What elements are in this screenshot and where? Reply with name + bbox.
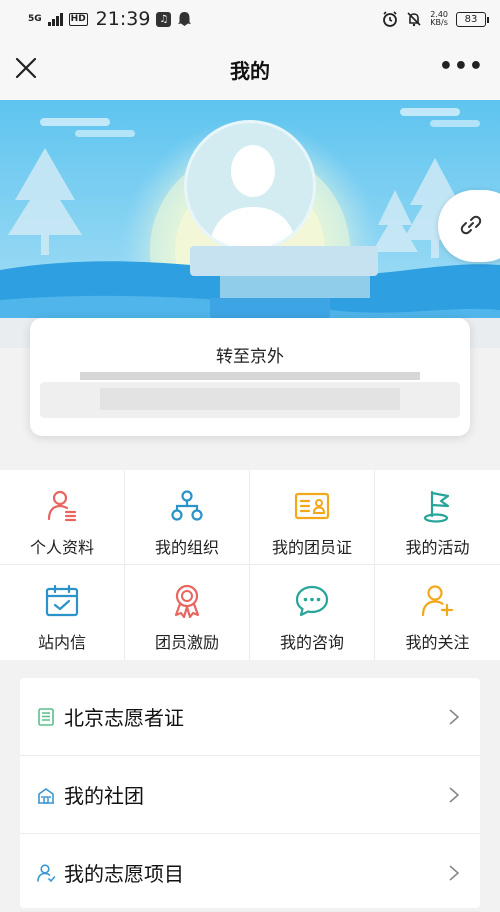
list-item-label: 我的志愿项目 xyxy=(64,862,184,886)
menu-item-inbox[interactable]: 站内信 xyxy=(0,565,125,660)
battery-indicator: 83 xyxy=(456,11,489,27)
net-speed: 2.40 KB/s xyxy=(430,10,448,27)
close-icon[interactable] xyxy=(14,56,38,80)
menu-label: 站内信 xyxy=(37,633,86,652)
network-type: 5G xyxy=(28,13,42,24)
list-item-my-clubs[interactable]: 我的社团 xyxy=(20,756,480,834)
building-icon xyxy=(38,787,54,804)
more-options-icon[interactable]: ••• xyxy=(439,56,484,78)
person-profile-icon xyxy=(47,490,77,522)
organization-icon xyxy=(171,490,203,521)
link-icon xyxy=(460,215,482,235)
chevron-right-icon xyxy=(449,709,460,725)
menu-label: 我的组织 xyxy=(154,538,219,557)
page-title: 我的 xyxy=(230,58,270,83)
menu-label: 我的活动 xyxy=(405,538,470,557)
nav-bar: 我的 ••• xyxy=(0,38,500,100)
alarm-icon xyxy=(383,11,398,27)
ghost-app-icon xyxy=(178,12,192,26)
transfer-outside-beijing-link[interactable]: 转至京外 xyxy=(30,342,470,367)
menu-item-following[interactable]: 我的关注 xyxy=(375,565,500,660)
chevron-right-icon xyxy=(449,787,460,803)
member-card-icon xyxy=(294,492,330,520)
status-bar: 5G HD 21:39 ♫ 2.40 KB/s 83 xyxy=(0,0,500,38)
profile-card: 转至京外 xyxy=(30,318,470,436)
list-item-volunteer-certificate[interactable]: 北京志愿者证 xyxy=(20,678,480,756)
profile-banner xyxy=(0,100,500,348)
menu-item-organization[interactable]: 我的组织 xyxy=(125,470,250,565)
status-time: 21:39 xyxy=(95,8,151,30)
menu-item-profile[interactable]: 个人资料 xyxy=(0,470,125,565)
list-item-label: 我的社团 xyxy=(64,784,144,808)
menu-item-consultation[interactable]: 我的咨询 xyxy=(250,565,375,660)
menu-label: 我的团员证 xyxy=(271,538,352,557)
mute-icon xyxy=(407,12,421,27)
feature-menu-grid: 个人资料 我的组织 我的团员证 我的活动 站内信 团员激励 我的咨询 我的关注 xyxy=(0,470,500,660)
document-icon xyxy=(38,707,54,726)
menu-label: 我的关注 xyxy=(405,633,470,652)
menu-label: 个人资料 xyxy=(29,538,94,557)
menu-item-activities[interactable]: 我的活动 xyxy=(375,470,500,565)
menu-item-incentives[interactable]: 团员激励 xyxy=(125,565,250,660)
profile-info-redacted xyxy=(40,370,460,432)
menu-item-member-card[interactable]: 我的团员证 xyxy=(250,470,375,565)
chat-bubble-icon xyxy=(295,585,329,617)
service-list: 北京志愿者证 我的社团 我的志愿项目 xyxy=(20,678,480,912)
menu-label: 团员激励 xyxy=(154,633,219,652)
medal-icon xyxy=(174,584,200,619)
flag-icon xyxy=(423,490,449,523)
music-app-icon: ♫ xyxy=(156,11,172,27)
username-redacted xyxy=(190,246,378,324)
default-avatar-icon xyxy=(209,145,297,249)
signal-icon xyxy=(47,12,63,26)
menu-label: 我的咨询 xyxy=(279,633,344,652)
avatar[interactable] xyxy=(184,120,316,252)
share-link-button[interactable] xyxy=(438,190,500,262)
list-item-volunteer-projects[interactable]: 我的志愿项目 xyxy=(20,834,480,912)
add-person-icon xyxy=(421,585,453,617)
calendar-check-icon xyxy=(45,584,79,617)
person-icon xyxy=(37,863,56,882)
chevron-right-icon xyxy=(449,865,460,881)
hd-badge: HD xyxy=(68,12,88,26)
list-item-label: 北京志愿者证 xyxy=(64,706,184,730)
